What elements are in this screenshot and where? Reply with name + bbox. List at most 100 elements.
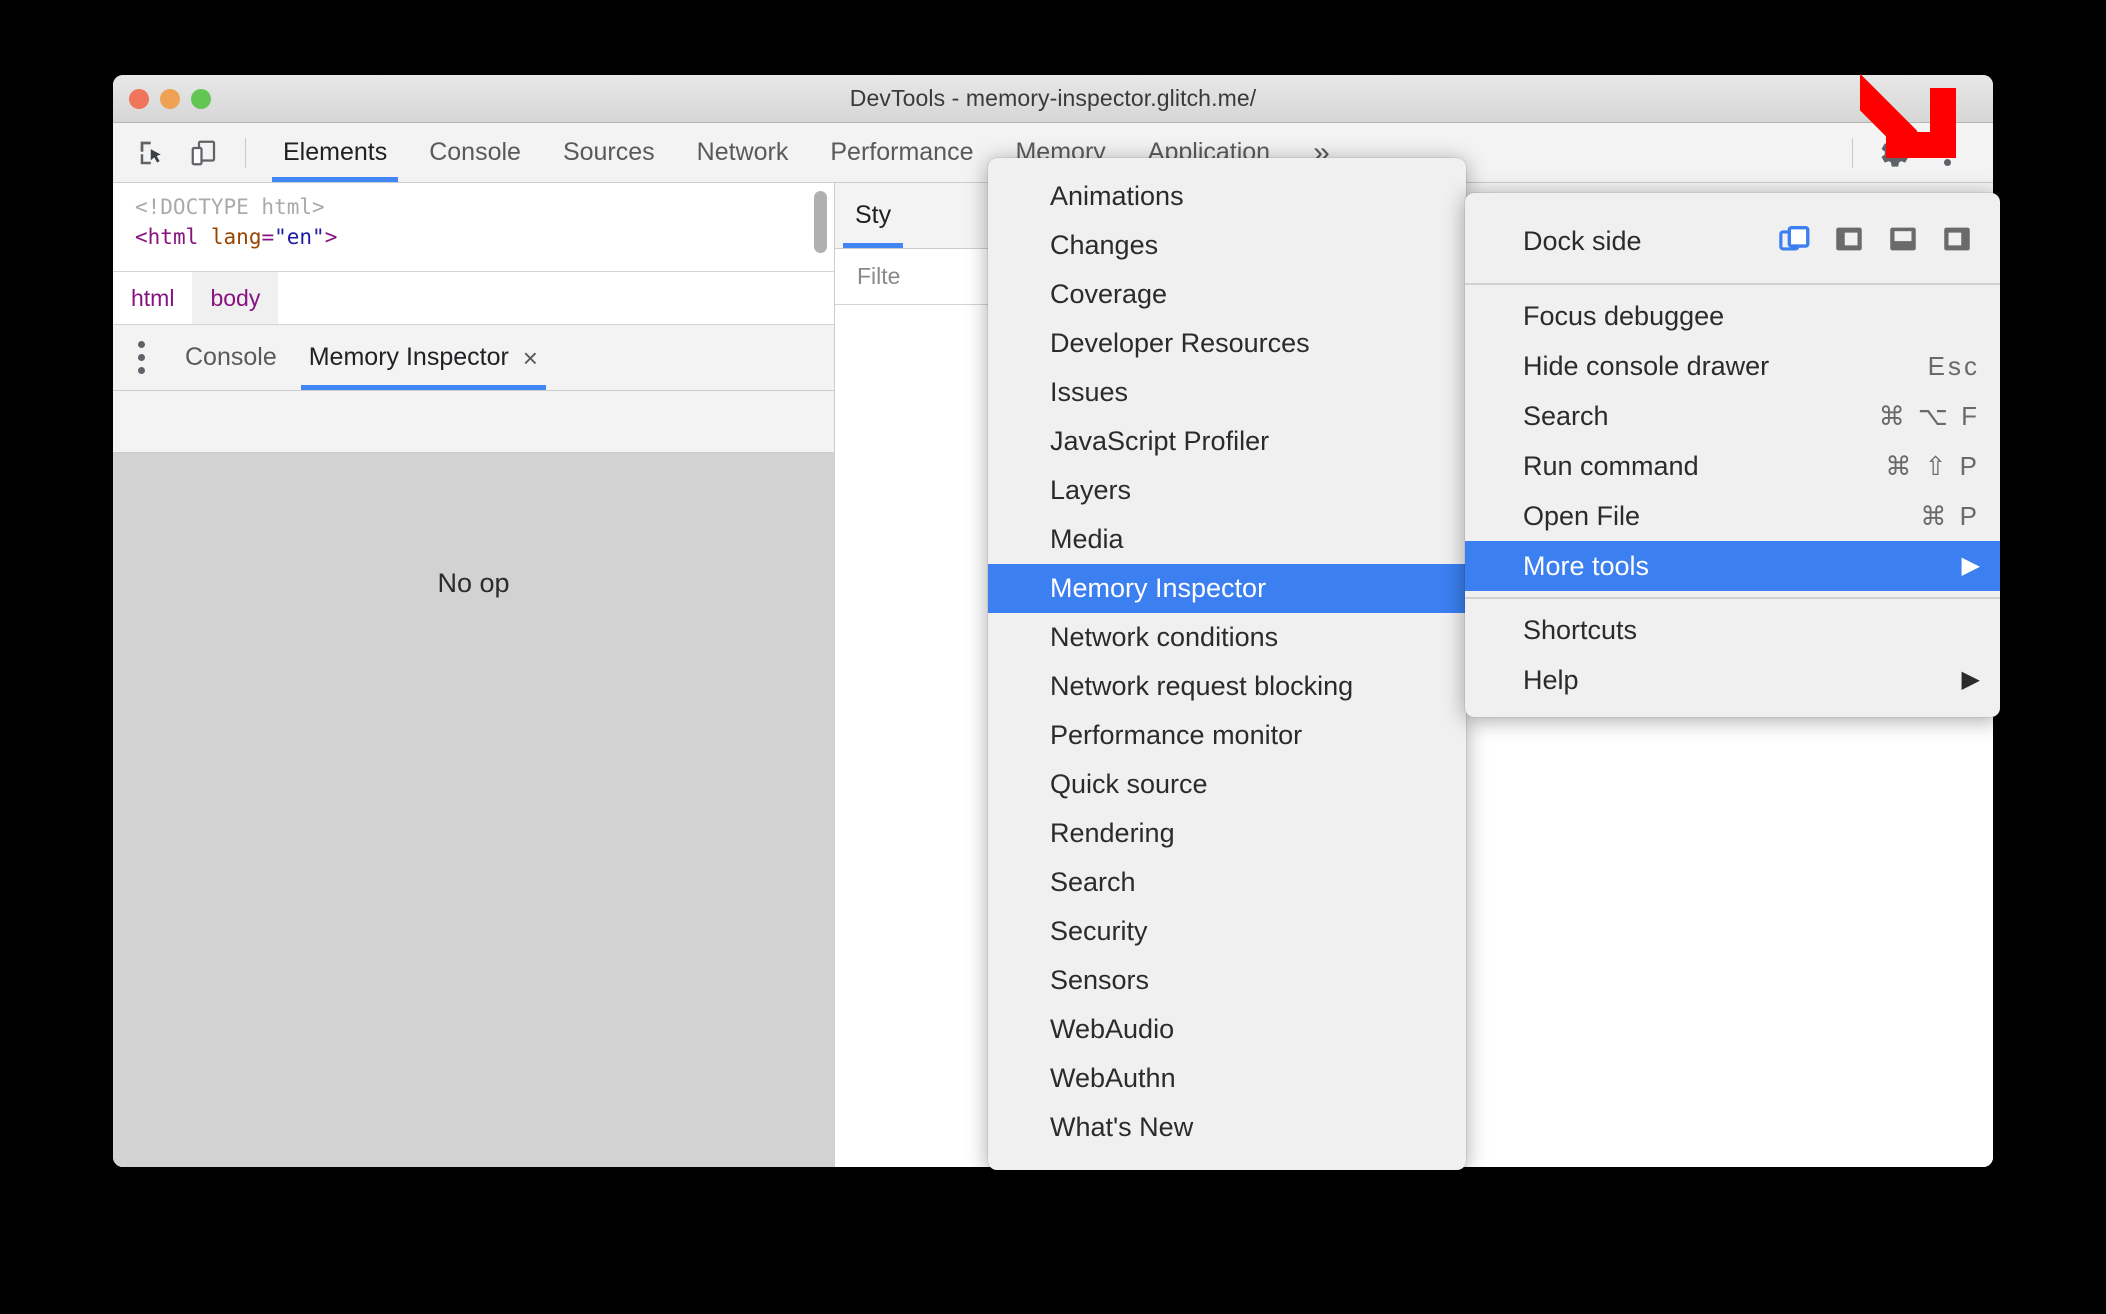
tab-sources[interactable]: Sources: [542, 123, 676, 182]
drawer-tabs: Console Memory Inspector ×: [113, 325, 834, 391]
menu-item-webaudio[interactable]: WebAudio: [988, 1005, 1466, 1054]
dom-line-html[interactable]: <html lang="en">: [135, 223, 834, 253]
menu-item-performance-monitor[interactable]: Performance monitor: [988, 711, 1466, 760]
menu-item-focus-debuggee-label: Focus debuggee: [1523, 300, 1725, 331]
styles-filter-placeholder: Filte: [857, 263, 901, 289]
menu-item-issues[interactable]: Issues: [988, 368, 1466, 417]
toolbar-left-icons: [113, 123, 262, 182]
drawer-kebab-dot-1: [137, 341, 145, 348]
breadcrumb-item-html[interactable]: html: [113, 272, 192, 324]
tab-network-label: Network: [696, 138, 789, 166]
drawer-kebab-dot-3: [137, 367, 145, 374]
menu-item-sensors[interactable]: Sensors: [988, 956, 1466, 1005]
menu-item-help[interactable]: Help ▶: [1465, 655, 2000, 705]
menu-item-coverage[interactable]: Coverage: [988, 270, 1466, 319]
menu-item-more-tools-label: More tools: [1523, 550, 1650, 581]
menu-item-whats-new[interactable]: What's New: [988, 1103, 1466, 1152]
menu-item-open-file[interactable]: Open File ⌘ P: [1465, 491, 2000, 541]
menu-item-help-label: Help: [1523, 664, 1579, 695]
menu-item-hide-console-drawer-label: Hide console drawer: [1523, 350, 1770, 381]
dock-to-left-icon[interactable]: [1832, 222, 1866, 261]
tab-elements-label: Elements: [283, 138, 388, 166]
tab-console[interactable]: Console: [408, 123, 542, 182]
close-icon[interactable]: ×: [523, 345, 538, 371]
toolbar-divider: [245, 137, 246, 168]
menu-item-rendering[interactable]: Rendering: [988, 809, 1466, 858]
device-toolbar-icon[interactable]: [183, 132, 225, 174]
menu-item-hide-console-drawer[interactable]: Hide console drawer Esc: [1465, 341, 2000, 391]
html-open-bracket: <: [135, 224, 148, 249]
menu-item-shortcuts[interactable]: Shortcuts: [1465, 605, 2000, 655]
drawer-kebab-menu-icon[interactable]: [113, 325, 169, 390]
dom-line-doctype: <!DOCTYPE html>: [135, 193, 834, 223]
drawer-tab-console[interactable]: Console: [169, 325, 293, 390]
tab-styles[interactable]: Sty: [835, 183, 911, 248]
menu-item-memory-inspector-label: Memory Inspector: [1050, 573, 1267, 603]
menu-item-network-request-blocking[interactable]: Network request blocking: [988, 662, 1466, 711]
memory-inspector-empty-message: No op: [437, 568, 510, 598]
menu-item-network-request-blocking-label: Network request blocking: [1050, 671, 1354, 701]
menu-item-issues-label: Issues: [1050, 377, 1129, 407]
menu-item-security[interactable]: Security: [988, 907, 1466, 956]
menu-item-shortcuts-label: Shortcuts: [1523, 614, 1638, 645]
menu-item-changes[interactable]: Changes: [988, 221, 1466, 270]
menu-item-layers[interactable]: Layers: [988, 466, 1466, 515]
menu-item-network-conditions-label: Network conditions: [1050, 622, 1279, 652]
chevron-right-icon: ▶: [1961, 552, 1980, 579]
menu-item-rendering-label: Rendering: [1050, 818, 1175, 848]
menu-item-media-label: Media: [1050, 524, 1124, 554]
drawer-tab-memory-inspector[interactable]: Memory Inspector ×: [293, 325, 554, 390]
menu-item-search[interactable]: Search: [988, 858, 1466, 907]
menu-item-run-command-label: Run command: [1523, 450, 1699, 481]
menu-item-media[interactable]: Media: [988, 515, 1466, 564]
drawer-kebab-dot-2: [137, 354, 145, 361]
dock-to-right-icon[interactable]: [1940, 222, 1974, 261]
tab-network[interactable]: Network: [676, 123, 810, 182]
menu-item-developer-resources-label: Developer Resources: [1050, 328, 1310, 358]
menu-item-webauthn-label: WebAuthn: [1050, 1063, 1176, 1093]
breadcrumb-item-body[interactable]: body: [192, 272, 279, 324]
menu-item-memory-inspector[interactable]: Memory Inspector: [988, 564, 1466, 613]
doctype-text: <!DOCTYPE html>: [135, 195, 325, 219]
menu-item-performance-monitor-label: Performance monitor: [1050, 720, 1303, 750]
chevron-right-icon-help: ▶: [1961, 666, 1980, 693]
drawer-tab-memory-inspector-label: Memory Inspector: [308, 343, 509, 371]
tab-styles-label: Sty: [855, 201, 892, 229]
menu-item-open-file-label: Open File: [1523, 500, 1641, 531]
html-close-bracket: >: [324, 224, 338, 249]
menu-item-quick-source[interactable]: Quick source: [988, 760, 1466, 809]
menu-item-webaudio-label: WebAudio: [1050, 1014, 1175, 1044]
inspect-element-icon[interactable]: [131, 132, 173, 174]
menu-item-search-label: Search: [1523, 400, 1609, 431]
dock-side-row: Dock side: [1465, 205, 2000, 277]
menu-item-layers-label: Layers: [1050, 475, 1132, 505]
tab-performance[interactable]: Performance: [809, 123, 994, 182]
menu-item-sensors-label: Sensors: [1050, 965, 1150, 995]
dock-side-label: Dock side: [1523, 225, 1642, 256]
menu-item-javascript-profiler[interactable]: JavaScript Profiler: [988, 417, 1466, 466]
window-title: DevTools - memory-inspector.glitch.me/: [849, 85, 1257, 111]
menu-item-javascript-profiler-label: JavaScript Profiler: [1050, 426, 1270, 456]
dom-tree[interactable]: <!DOCTYPE html> <html lang="en">: [113, 183, 834, 271]
menu-item-search-shortcut: ⌘ ⌥ F: [1878, 400, 1980, 431]
menu-item-focus-debuggee[interactable]: Focus debuggee: [1465, 291, 2000, 341]
menu-item-run-command[interactable]: Run command ⌘ ⇧ P: [1465, 441, 2000, 491]
menu-item-webauthn[interactable]: WebAuthn: [988, 1054, 1466, 1103]
menu-item-coverage-label: Coverage: [1050, 279, 1168, 309]
dock-to-bottom-icon[interactable]: [1886, 222, 1920, 261]
menu-item-more-tools[interactable]: More tools ▶: [1465, 541, 2000, 591]
tab-console-label: Console: [429, 138, 521, 166]
dom-tree-scrollbar[interactable]: [814, 191, 827, 253]
red-pointer-arrow: [1840, 62, 1970, 177]
menu-item-hide-console-drawer-shortcut: Esc: [1927, 350, 1980, 381]
menu-item-developer-resources[interactable]: Developer Resources: [988, 319, 1466, 368]
tab-elements[interactable]: Elements: [262, 123, 408, 182]
menu-divider-1: [1465, 283, 2000, 285]
menu-item-network-conditions[interactable]: Network conditions: [988, 613, 1466, 662]
html-attr-eq: =: [261, 224, 275, 249]
undock-into-separate-window-icon[interactable]: [1778, 222, 1812, 261]
toolbar-right-divider: [1852, 137, 1853, 168]
menu-item-search[interactable]: Search ⌘ ⌥ F: [1465, 391, 2000, 441]
html-tag-name: html: [147, 224, 199, 249]
menu-item-animations[interactable]: Animations: [988, 172, 1466, 221]
